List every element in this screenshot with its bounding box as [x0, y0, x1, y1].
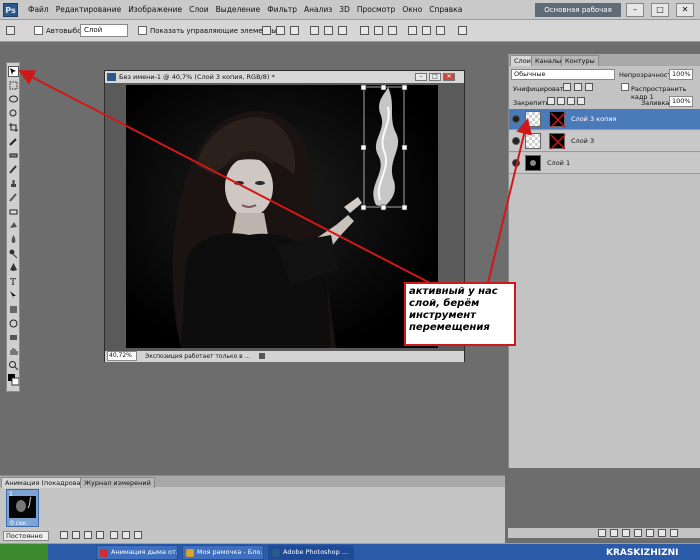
annotation-arrows [18, 70, 532, 285]
annotation-callout: активный у нас слой, берём инструмент пе… [404, 282, 516, 346]
